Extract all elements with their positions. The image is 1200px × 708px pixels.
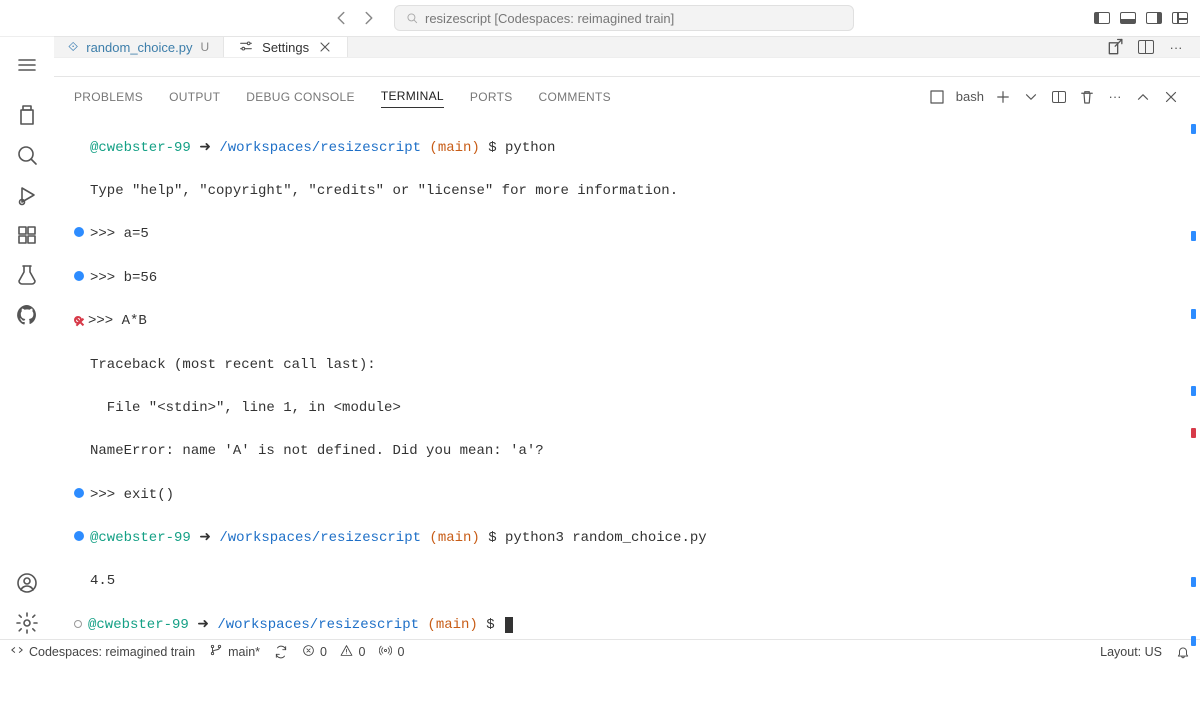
cmd-success-dot-icon[interactable] — [74, 488, 84, 498]
cmd-running-dot-icon[interactable] — [74, 620, 82, 628]
term-line: >>> a=5 — [90, 226, 149, 242]
title-bar: resizescript [Codespaces: reimagined tra… — [0, 0, 1200, 36]
titlebar-right — [1092, 8, 1190, 28]
tab-random-choice[interactable]: ⟐ random_choice.py U — [54, 37, 223, 57]
term-arrow: ➜ — [191, 530, 220, 546]
term-user: @cwebster-99 — [90, 140, 191, 156]
terminal-output[interactable]: @cwebster-99 ➜ /workspaces/resizescript … — [54, 112, 1200, 708]
explorer-icon[interactable] — [11, 99, 43, 131]
github-icon[interactable] — [11, 299, 43, 331]
terminal-dropdown-icon[interactable] — [1022, 88, 1040, 106]
term-line: 4.5 — [74, 571, 1180, 593]
command-center-search[interactable]: resizescript [Codespaces: reimagined tra… — [394, 5, 854, 31]
kill-terminal-icon[interactable] — [1078, 88, 1096, 106]
remote-icon — [10, 643, 24, 660]
term-branch: (main) — [421, 140, 480, 156]
term-arrow: ➜ — [189, 617, 218, 633]
run-debug-icon[interactable] — [11, 179, 43, 211]
account-icon[interactable] — [11, 567, 43, 599]
term-user: @cwebster-99 — [90, 530, 191, 546]
panel-tab-comments[interactable]: COMMENTS — [539, 86, 611, 108]
terminal-cursor — [505, 617, 513, 633]
term-user: @cwebster-99 — [88, 617, 189, 633]
term-line: >>> A*B — [88, 313, 147, 329]
forward-icon[interactable] — [358, 7, 380, 29]
settings-icon — [238, 38, 254, 57]
term-path: /workspaces/resizescript — [219, 140, 421, 156]
python-file-icon: ⟐ — [68, 39, 78, 55]
layout-icon-2[interactable] — [1118, 8, 1138, 28]
term-path: /workspaces/resizescript — [219, 530, 421, 546]
panel-tab-terminal[interactable]: TERMINAL — [381, 85, 444, 108]
panel-tab-ports[interactable]: PORTS — [470, 86, 513, 108]
term-arrow: ➜ — [191, 140, 220, 156]
command-center-text: resizescript [Codespaces: reimagined tra… — [425, 11, 674, 26]
more-actions-icon[interactable]: ··· — [1166, 37, 1186, 57]
term-cmd: $ python — [480, 140, 556, 156]
panel-tab-debug[interactable]: DEBUG CONSOLE — [246, 86, 355, 108]
cmd-success-dot-icon[interactable] — [74, 531, 84, 541]
split-terminal-icon[interactable] — [1050, 88, 1068, 106]
term-line: File "<stdin>", line 1, in <module> — [74, 398, 1180, 420]
back-icon[interactable] — [330, 7, 352, 29]
term-line: >>> exit() — [90, 487, 174, 503]
tab-dirty-indicator: U — [200, 40, 209, 54]
activity-bar — [0, 36, 54, 639]
panel-tab-problems[interactable]: PROBLEMS — [74, 86, 143, 108]
settings-gear-icon[interactable] — [11, 607, 43, 639]
layout-icon-3[interactable] — [1144, 8, 1164, 28]
terminal-overview-ruler — [1190, 112, 1196, 708]
layout-icon-1[interactable] — [1092, 8, 1112, 28]
cmd-error-dot-icon[interactable] — [74, 316, 82, 324]
cmd-success-dot-icon[interactable] — [74, 227, 84, 237]
shell-icon — [928, 88, 946, 106]
panel-tab-output[interactable]: OUTPUT — [169, 86, 220, 108]
panel-tabs: PROBLEMS OUTPUT DEBUG CONSOLE TERMINAL P… — [54, 77, 1200, 112]
editor-tabs: ⟐ random_choice.py U Settings ··· — [54, 37, 1200, 58]
bottom-panel: PROBLEMS OUTPUT DEBUG CONSOLE TERMINAL P… — [54, 76, 1200, 708]
term-line: Type "help", "copyright", "credits" or "… — [74, 181, 1180, 203]
close-icon[interactable] — [317, 39, 333, 55]
search-icon[interactable] — [11, 139, 43, 171]
term-branch: (main) — [421, 530, 480, 546]
testing-icon[interactable] — [11, 259, 43, 291]
close-panel-icon[interactable] — [1162, 88, 1180, 106]
term-branch: (main) — [419, 617, 478, 633]
maximize-panel-icon[interactable] — [1134, 88, 1152, 106]
open-settings-json-icon[interactable] — [1106, 37, 1126, 57]
tab-label: Settings — [262, 40, 309, 55]
menu-icon[interactable] — [11, 49, 43, 81]
settings-editor: 8 Settings Found User Remote [Codespaces… — [54, 58, 1200, 76]
shell-name[interactable]: bash — [956, 89, 984, 104]
term-prompt: $ — [478, 617, 503, 633]
split-editor-icon[interactable] — [1136, 37, 1156, 57]
panel-actions: bash ··· — [928, 88, 1180, 106]
tab-settings[interactable]: Settings — [223, 37, 348, 57]
main-row: ⟐ random_choice.py U Settings ··· 8 Sett… — [0, 36, 1200, 639]
new-terminal-icon[interactable] — [994, 88, 1012, 106]
term-path: /workspaces/resizescript — [217, 617, 419, 633]
term-line: >>> b=56 — [90, 270, 157, 286]
term-line: NameError: name 'A' is not defined. Did … — [74, 441, 1180, 463]
tab-label: random_choice.py — [86, 40, 192, 55]
term-line: Traceback (most recent call last): — [74, 355, 1180, 377]
more-icon[interactable]: ··· — [1106, 88, 1124, 106]
term-cmd: $ python3 random_choice.py — [480, 530, 707, 546]
nav-arrows — [330, 7, 380, 29]
editor-area: ⟐ random_choice.py U Settings ··· 8 Sett… — [54, 36, 1200, 639]
editor-actions: ··· — [1106, 37, 1200, 57]
extensions-icon[interactable] — [11, 219, 43, 251]
cmd-success-dot-icon[interactable] — [74, 271, 84, 281]
search-icon — [405, 11, 419, 25]
customize-layout-icon[interactable] — [1170, 8, 1190, 28]
